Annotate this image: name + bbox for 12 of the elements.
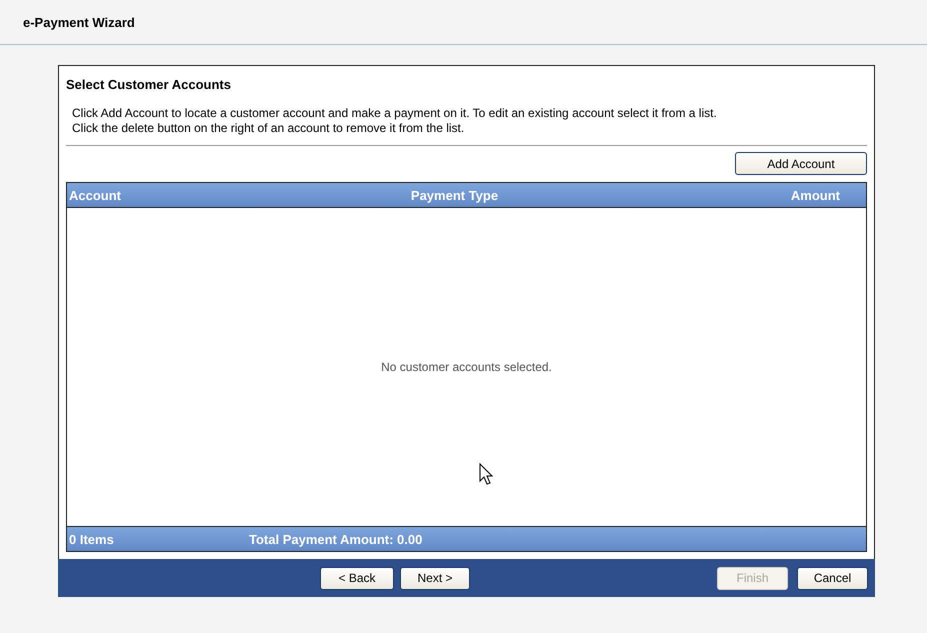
item-count: 0 Items [69, 532, 115, 546]
back-button[interactable]: < Back [320, 566, 394, 590]
instruction-text: Click Add Account to locate a customer account and make a payment on it. To edit an existing account select it from a list. [72, 106, 718, 121]
wizard-title: e-Payment Wizard [23, 14, 135, 30]
total-amount: Total Payment Amount: 0.00 [249, 532, 422, 546]
cancel-button[interactable]: Cancel [797, 566, 868, 590]
empty-message: No customer accounts selected. [381, 360, 552, 374]
add-account-button[interactable]: Add Account [735, 152, 867, 175]
pointer-icon [479, 463, 493, 485]
instruction-text: Click the delete button on the right of an account to remove it from the list. [72, 121, 466, 136]
section-title: Select Customer Accounts [66, 76, 232, 92]
next-button[interactable]: Next > [400, 566, 470, 590]
